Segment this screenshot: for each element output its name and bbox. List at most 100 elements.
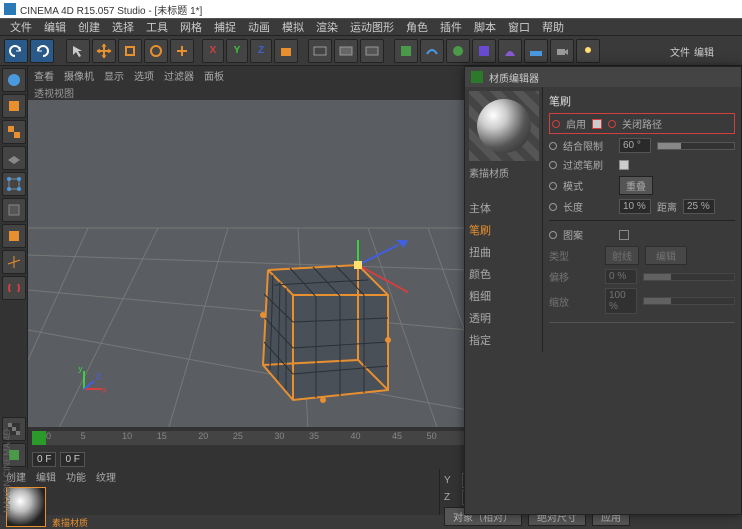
add-camera[interactable] bbox=[550, 39, 574, 63]
menu-render[interactable]: 渲染 bbox=[310, 19, 344, 35]
menu-simulate[interactable]: 模拟 bbox=[276, 19, 310, 35]
limit-slider[interactable] bbox=[657, 142, 735, 150]
mode-dropdown[interactable]: 重叠 bbox=[619, 176, 653, 195]
svg-text:y: y bbox=[78, 367, 83, 374]
menu-snap[interactable]: 捕捉 bbox=[208, 19, 242, 35]
menu-edit[interactable]: 编辑 bbox=[38, 19, 72, 35]
menu-mograph[interactable]: 运动图形 bbox=[344, 19, 400, 35]
enable-radio[interactable] bbox=[552, 120, 560, 128]
add-spline[interactable] bbox=[420, 39, 444, 63]
length-radio[interactable] bbox=[549, 203, 557, 211]
vp-display[interactable]: 显示 bbox=[104, 68, 124, 83]
dist-value[interactable]: 25 % bbox=[683, 199, 715, 214]
ch-thickness[interactable]: 粗细 bbox=[469, 288, 538, 304]
axis-mode[interactable] bbox=[2, 250, 26, 274]
material-name: 素描材质 bbox=[52, 516, 88, 529]
scale-tool[interactable] bbox=[118, 39, 142, 63]
ch-brush[interactable]: 笔刷 bbox=[469, 222, 538, 238]
offset-value[interactable]: 0 % bbox=[605, 269, 637, 284]
cube-object[interactable] bbox=[228, 240, 408, 420]
branding: MAXON CINEMA 4D bbox=[2, 429, 12, 513]
render-settings[interactable] bbox=[360, 39, 384, 63]
render-pv[interactable] bbox=[334, 39, 358, 63]
rs-file[interactable]: 文件 bbox=[670, 44, 690, 59]
add-cube[interactable] bbox=[394, 39, 418, 63]
add-generator[interactable] bbox=[472, 39, 496, 63]
add-environment[interactable] bbox=[524, 39, 548, 63]
ch-main[interactable]: 主体 bbox=[469, 200, 538, 216]
add-light[interactable] bbox=[576, 39, 600, 63]
menu-plugins[interactable]: 插件 bbox=[434, 19, 468, 35]
lastused-tool[interactable] bbox=[170, 39, 194, 63]
point-mode[interactable] bbox=[2, 172, 26, 196]
scale-value[interactable]: 100 % bbox=[605, 288, 637, 314]
mm-edit[interactable]: 编辑 bbox=[36, 469, 56, 485]
rs-edit[interactable]: 编辑 bbox=[694, 44, 714, 59]
pattern-radio[interactable] bbox=[549, 231, 557, 239]
polygon-mode[interactable] bbox=[2, 224, 26, 248]
vp-filter[interactable]: 过滤器 bbox=[164, 68, 194, 83]
ch-opacity[interactable]: 透明 bbox=[469, 310, 538, 326]
redo-button[interactable] bbox=[30, 39, 54, 63]
svg-text:x: x bbox=[102, 385, 106, 396]
add-nurbs[interactable] bbox=[446, 39, 470, 63]
menu-help[interactable]: 帮助 bbox=[536, 19, 570, 35]
menu-file[interactable]: 文件 bbox=[4, 19, 38, 35]
move-tool[interactable] bbox=[92, 39, 116, 63]
select-tool[interactable] bbox=[66, 39, 90, 63]
range-start[interactable]: 0 F bbox=[32, 452, 56, 467]
menu-script[interactable]: 脚本 bbox=[468, 19, 502, 35]
length-value[interactable]: 10 % bbox=[619, 199, 651, 214]
material-editor-name[interactable]: 素描材质 bbox=[469, 165, 538, 180]
material-editor: 材质编辑器 素描材质 主体 笔刷 扭曲 颜色 粗细 透明 指定 笔刷 启用 关闭 bbox=[464, 66, 742, 515]
lock-y[interactable]: Y bbox=[226, 39, 248, 63]
vp-camera[interactable]: 摄像机 bbox=[64, 68, 94, 83]
ch-color[interactable]: 颜色 bbox=[469, 266, 538, 282]
menubar: 文件 编辑 创建 选择 工具 网格 捕捉 动画 模拟 渲染 运动图形 角色 插件… bbox=[0, 18, 742, 36]
material-editor-titlebar[interactable]: 材质编辑器 bbox=[465, 67, 741, 87]
material-thumbnail[interactable] bbox=[6, 487, 46, 527]
rotate-tool[interactable] bbox=[144, 39, 168, 63]
menu-select[interactable]: 选择 bbox=[106, 19, 140, 35]
enable-check[interactable] bbox=[592, 119, 602, 129]
menu-tools[interactable]: 工具 bbox=[140, 19, 174, 35]
current-frame[interactable]: 0 F bbox=[60, 452, 84, 467]
close-radio[interactable] bbox=[608, 120, 616, 128]
vp-view[interactable]: 查看 bbox=[34, 68, 54, 83]
edit-button[interactable]: 编辑 bbox=[645, 246, 687, 265]
add-deformer[interactable] bbox=[498, 39, 522, 63]
vp-options[interactable]: 选项 bbox=[134, 68, 154, 83]
limit-value[interactable]: 60 ° bbox=[619, 138, 651, 153]
lock-z[interactable]: Z bbox=[250, 39, 272, 63]
filter-radio[interactable] bbox=[549, 161, 557, 169]
timeline-cursor[interactable] bbox=[32, 431, 46, 445]
menu-window[interactable]: 窗口 bbox=[502, 19, 536, 35]
mm-texture[interactable]: 纹理 bbox=[96, 469, 116, 485]
ch-assign[interactable]: 指定 bbox=[469, 332, 538, 348]
menu-create[interactable]: 创建 bbox=[72, 19, 106, 35]
texture-mode[interactable] bbox=[2, 120, 26, 144]
model-mode[interactable] bbox=[2, 94, 26, 118]
type-dropdown[interactable]: 射线 bbox=[605, 246, 639, 265]
limit-radio[interactable] bbox=[549, 142, 557, 150]
menu-animate[interactable]: 动画 bbox=[242, 19, 276, 35]
menu-character[interactable]: 角色 bbox=[400, 19, 434, 35]
edge-mode[interactable] bbox=[2, 198, 26, 222]
undo-button[interactable] bbox=[4, 39, 28, 63]
render-view[interactable] bbox=[308, 39, 332, 63]
menu-mesh[interactable]: 网格 bbox=[174, 19, 208, 35]
offset-slider[interactable] bbox=[643, 273, 735, 281]
lock-x[interactable]: X bbox=[202, 39, 224, 63]
ch-distort[interactable]: 扭曲 bbox=[469, 244, 538, 260]
pattern-check[interactable] bbox=[619, 230, 629, 240]
mm-function[interactable]: 功能 bbox=[66, 469, 86, 485]
snap-toggle[interactable] bbox=[2, 276, 26, 300]
mode-radio[interactable] bbox=[549, 182, 557, 190]
filter-check[interactable] bbox=[619, 160, 629, 170]
vp-panel[interactable]: 面板 bbox=[204, 68, 224, 83]
scale-slider[interactable] bbox=[643, 297, 735, 305]
coord-system[interactable] bbox=[274, 39, 298, 63]
material-preview[interactable] bbox=[469, 91, 539, 161]
make-editable[interactable] bbox=[2, 68, 26, 92]
workplane-mode[interactable] bbox=[2, 146, 26, 170]
